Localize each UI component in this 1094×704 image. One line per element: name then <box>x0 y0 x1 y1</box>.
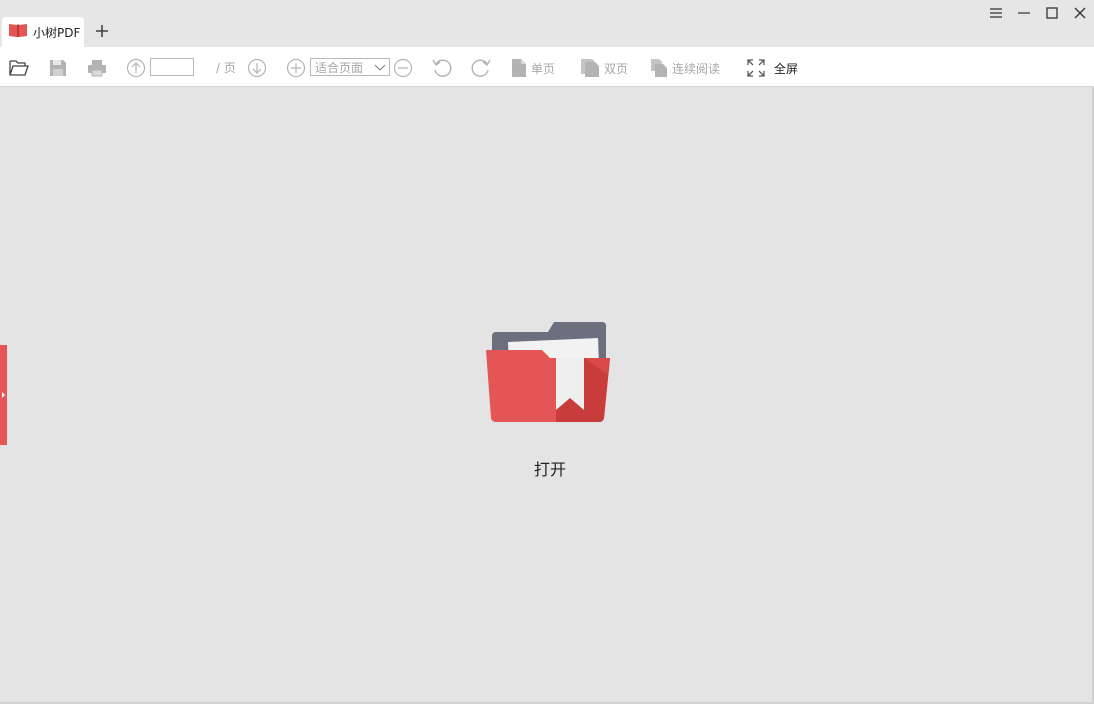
zoom-in-button[interactable] <box>285 57 307 79</box>
menu-button[interactable] <box>986 4 1006 22</box>
continuous-pages-icon <box>651 59 667 77</box>
open-file-button[interactable] <box>8 57 30 79</box>
rotate-right-button[interactable] <box>470 57 492 79</box>
print-icon <box>88 60 106 77</box>
fullscreen-icon <box>747 59 765 77</box>
zoom-out-button[interactable] <box>392 57 414 79</box>
rotate-left-icon <box>432 59 452 77</box>
double-page-button[interactable]: 双页 <box>580 57 628 79</box>
previous-page-button[interactable] <box>125 57 147 79</box>
expand-arrow-icon <box>2 392 5 398</box>
open-document-button[interactable]: 打开 <box>484 318 616 480</box>
fullscreen-button[interactable]: 全屏 <box>746 57 798 79</box>
arrow-up-circle-icon <box>126 58 146 78</box>
next-page-button[interactable] <box>246 57 268 79</box>
plus-circle-icon <box>286 58 306 78</box>
new-tab-button[interactable] <box>92 21 112 41</box>
sidebar-toggle[interactable] <box>0 345 7 445</box>
tab-title: 小树PDF <box>33 25 81 40</box>
plus-icon <box>96 25 108 37</box>
save-button[interactable] <box>47 57 69 79</box>
fullscreen-label: 全屏 <box>774 61 799 76</box>
rotate-left-button[interactable] <box>431 57 453 79</box>
title-bar: 小树PDF <box>0 0 1094 47</box>
page-total-label: / 页 <box>216 61 236 75</box>
toolbar: / 页 适合页面 单页 双页 连续阅读 全屏 <box>0 47 1094 87</box>
single-page-icon <box>512 59 526 77</box>
folder-bookmark-icon <box>486 322 610 422</box>
close-icon <box>1074 7 1086 19</box>
double-page-label: 双页 <box>604 61 629 76</box>
minimize-icon <box>1018 12 1030 14</box>
minus-circle-icon <box>393 58 413 78</box>
folder-open-icon <box>9 60 29 76</box>
open-label: 打开 <box>533 460 566 479</box>
arrow-down-circle-icon <box>247 58 267 78</box>
single-page-label: 单页 <box>531 61 556 76</box>
rotate-right-icon <box>471 59 491 77</box>
zoom-select[interactable]: 适合页面 <box>310 58 390 76</box>
maximize-button[interactable] <box>1042 4 1062 22</box>
print-button[interactable] <box>86 57 108 79</box>
zoom-value: 适合页面 <box>315 60 364 75</box>
continuous-reading-label: 连续阅读 <box>672 61 721 76</box>
close-button[interactable] <box>1070 4 1090 22</box>
red-book-icon <box>8 22 28 42</box>
chevron-down-icon <box>374 64 386 71</box>
double-page-icon <box>581 59 599 77</box>
page-number-input[interactable] <box>150 58 194 76</box>
minimize-button[interactable] <box>1014 4 1034 22</box>
continuous-reading-button[interactable]: 连续阅读 <box>650 57 720 79</box>
document-tab[interactable]: 小树PDF <box>2 17 84 47</box>
single-page-button[interactable]: 单页 <box>511 57 555 79</box>
save-icon <box>50 60 66 76</box>
menu-icon <box>990 8 1002 18</box>
maximize-icon <box>1046 7 1058 19</box>
